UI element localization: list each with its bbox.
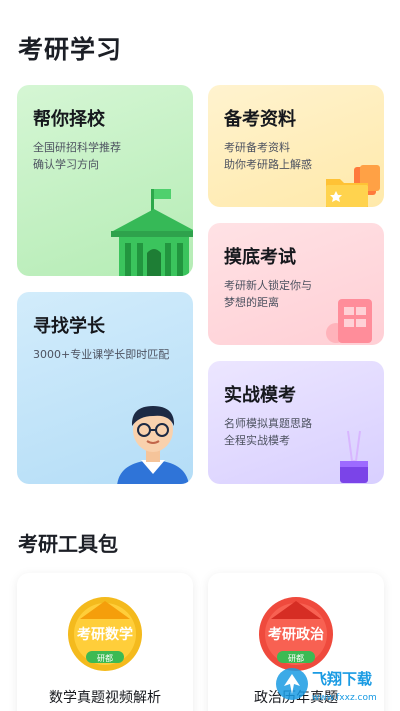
mock-exam-title: 实战模考 (224, 385, 296, 406)
school-building-icon (111, 189, 193, 276)
svg-text:www.fxxz.com: www.fxxz.com (312, 693, 377, 703)
test-tube-icon (340, 430, 368, 483)
choose-school-title: 帮你择校 (33, 109, 105, 130)
mock-exam-card[interactable]: 实战模考 名师模拟真题思路 全程实战模考 (208, 361, 384, 484)
study-materials-title: 备考资料 (224, 109, 296, 130)
math-toolkit-label: 数学真题视频解析 (49, 690, 161, 706)
svg-text:飞翔下载: 飞翔下载 (312, 670, 372, 688)
choose-school-card[interactable]: 帮你择校 全国研招科学推荐 确认学习方向 (17, 85, 193, 276)
svg-text:考研数学: 考研数学 (77, 626, 133, 643)
math-toolkit-card[interactable]: 考研数学 研都 数学真题视频解析 (17, 573, 193, 711)
diagnostic-exam-title: 摸底考试 (224, 247, 296, 268)
svg-text:研都: 研都 (97, 654, 113, 663)
exam-paper-icon (326, 299, 372, 343)
study-materials-card[interactable]: 备考资料 考研备考资料 助你考研路上解惑 (208, 85, 384, 207)
diagnostic-exam-card[interactable]: 摸底考试 考研新人锁定你与 梦想的距离 (208, 223, 384, 345)
folder-files-icon (326, 165, 380, 207)
page-title: 考研学习 (18, 35, 123, 64)
watermark-logo: 飞翔下载 www.fxxz.com (276, 668, 377, 703)
svg-text:考研政治: 考研政治 (268, 626, 324, 643)
diagnostic-exam-desc: 考研新人锁定你与 梦想的距离 (224, 279, 312, 309)
study-materials-desc: 考研备考资料 助你考研路上解惑 (224, 141, 312, 171)
student-avatar-icon (117, 406, 189, 484)
choose-school-desc: 全国研招科学推荐 确认学习方向 (33, 141, 121, 171)
find-senior-title: 寻找学长 (33, 316, 105, 337)
math-badge-icon: 考研数学 研都 (68, 597, 142, 671)
toolkit-section-title: 考研工具包 (18, 532, 118, 556)
find-senior-desc: 3000+专业课学长即时匹配 (33, 348, 170, 361)
mock-exam-desc: 名师模拟真题思路 全程实战模考 (224, 417, 312, 447)
find-senior-card[interactable]: 寻找学长 3000+专业课学长即时匹配 (17, 292, 193, 484)
